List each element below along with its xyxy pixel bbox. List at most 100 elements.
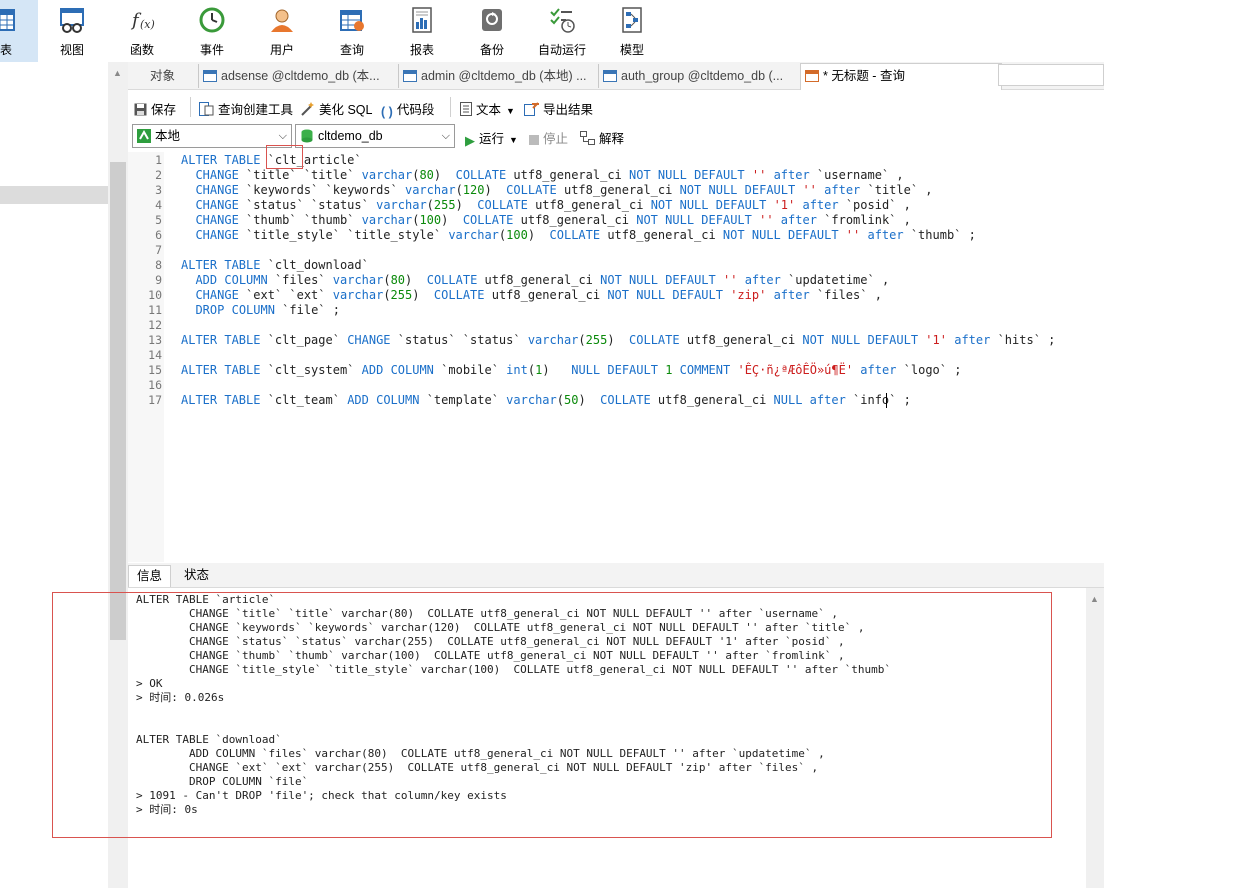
autorun-icon (550, 8, 575, 33)
tab-label: admin @cltdemo_db (本地) ... (421, 69, 587, 83)
svg-text:(x): (x) (140, 18, 155, 31)
tab-admin[interactable]: admin @cltdemo_db (本地) ... (398, 64, 599, 88)
tab-strip: 对象 adsense @cltdemo_db (本... admin @cltd… (128, 62, 1104, 90)
model-icon (622, 7, 642, 33)
tab-label: adsense @cltdemo_db (本... (221, 69, 380, 83)
beautify-sql-button[interactable]: 美化 SQL (300, 99, 373, 118)
table-icon (203, 70, 217, 82)
line-number: 17 (148, 393, 162, 407)
tab-objects[interactable]: 对象 (150, 64, 175, 88)
query-icon (340, 10, 364, 31)
selected-nav-item[interactable] (0, 186, 108, 204)
toolbar-autorun-button[interactable]: 自动运行 (527, 0, 597, 62)
toolbar-label: 用户 (269, 43, 294, 57)
line-number: 15 (148, 363, 162, 377)
line-number: 8 (155, 258, 162, 272)
toolbar-function-button[interactable]: f (x) 函数 (107, 0, 177, 62)
scroll-up-arrow-icon[interactable]: ▲ (113, 68, 122, 78)
toolbar-divider (450, 97, 451, 117)
code-snippet-icon: ( ) (381, 105, 393, 119)
chevron-down-icon[interactable]: ▼ (509, 135, 518, 145)
scroll-up-arrow-icon[interactable]: ▲ (1090, 594, 1099, 604)
code-line[interactable]: CHANGE `title` `title` varchar(80) COLLA… (181, 168, 903, 183)
code-line[interactable]: ALTER TABLE `clt_team` ADD COLUMN `templ… (181, 393, 911, 408)
line-number: 6 (155, 228, 162, 242)
code-line[interactable]: DROP COLUMN `file` ; (181, 303, 340, 318)
database-icon (301, 129, 313, 143)
code-line[interactable]: ALTER TABLE `clt_page` CHANGE `status` `… (181, 333, 1055, 348)
text-label: 文本 (476, 103, 502, 117)
toolbar-event-button[interactable]: 事件 (177, 0, 247, 62)
database-select[interactable]: cltdemo_db ⌵ (295, 124, 455, 148)
code-line[interactable]: CHANGE `keywords` `keywords` varchar(120… (181, 183, 932, 198)
connection-value: 本地 (155, 129, 181, 143)
result-tabs: 信息 状态 (128, 563, 1104, 588)
line-number: 3 (155, 183, 162, 197)
play-icon: ▶ (465, 133, 475, 148)
report-icon (412, 7, 432, 33)
code-line[interactable]: ALTER TABLE `clt_download` (181, 258, 369, 273)
line-number: 13 (148, 333, 162, 347)
code-line[interactable]: ADD COLUMN `files` varchar(80) COLLATE u… (181, 273, 889, 288)
line-number: 12 (148, 318, 162, 332)
save-label: 保存 (151, 103, 177, 117)
toolbar-user-button[interactable]: 用户 (247, 0, 317, 62)
query-builder-label: 查询创建工具 (218, 103, 294, 117)
line-number: 2 (155, 168, 162, 182)
toolbar-model-button[interactable]: 模型 (597, 0, 667, 62)
toolbar-label: 表 (0, 43, 13, 57)
chevron-down-icon[interactable]: ▼ (506, 106, 515, 116)
line-number: 7 (155, 243, 162, 257)
scrollbar-thumb[interactable] (110, 162, 126, 640)
query-icon (805, 70, 819, 82)
table-icon (0, 9, 15, 31)
stop-button[interactable]: 停止 (529, 128, 568, 147)
tab-search-input[interactable] (998, 64, 1104, 86)
toolbar-backup-button[interactable]: 备份 (457, 0, 527, 62)
line-number-gutter: 1 2 3 4 5 6 7 8 9 10 11 12 13 14 15 16 17 (128, 152, 164, 562)
export-icon (524, 102, 539, 116)
user-icon (271, 9, 293, 32)
query-toolbar: 保存 查询创建工具 美化 SQL ( ) 代码段 文本 ▼ 导出结果 (128, 91, 1104, 121)
code-snippet-label: 代码段 (396, 103, 435, 117)
table-icon (603, 70, 617, 82)
text-document-icon (460, 102, 472, 116)
event-clock-icon (199, 7, 225, 33)
text-button[interactable]: 文本 ▼ (460, 99, 515, 118)
code-snippet-button[interactable]: ( ) 代码段 (381, 99, 434, 119)
code-line[interactable]: CHANGE `title_style` `title_style` varch… (181, 228, 975, 243)
toolbar-view-button[interactable]: 视图 (37, 0, 107, 62)
tab-info[interactable]: 信息 (128, 565, 172, 587)
query-builder-button[interactable]: 查询创建工具 (199, 99, 293, 118)
text-cursor (886, 393, 887, 408)
line-number: 9 (155, 273, 162, 287)
tab-adsense[interactable]: adsense @cltdemo_db (本... (198, 64, 399, 88)
line-number: 5 (155, 213, 162, 227)
toolbar-table-button[interactable]: 表 (0, 0, 38, 62)
code-line[interactable]: ALTER TABLE `clt_system` ADD COLUMN `mob… (181, 363, 961, 378)
code-line[interactable]: CHANGE `thumb` `thumb` varchar(100) COLL… (181, 213, 910, 228)
code-line[interactable]: CHANGE `ext` `ext` varchar(255) COLLATE … (181, 288, 881, 303)
toolbar-query-button[interactable]: 查询 (317, 0, 387, 62)
code-line[interactable]: CHANGE `status` `status` varchar(255) CO… (181, 198, 910, 213)
sql-editor[interactable]: 1 2 3 4 5 6 7 8 9 10 11 12 13 14 15 16 17 ALTER TABLE `c… (128, 152, 1104, 562)
connection-icon (137, 129, 151, 143)
toolbar-label: 视图 (59, 43, 84, 57)
toolbar-label: 模型 (619, 43, 644, 57)
tab-untitled-query[interactable]: * 无标题 - 查询 (800, 63, 1002, 90)
tab-status[interactable]: 状态 (176, 565, 217, 586)
output-scrollbar[interactable]: ▲ (1086, 588, 1104, 888)
save-button[interactable]: 保存 (134, 99, 176, 118)
run-button[interactable]: ▶ 运行 ▼ (465, 128, 518, 149)
toolbar-report-button[interactable]: 报表 (387, 0, 457, 62)
output-annotation-box (52, 592, 1052, 838)
tab-auth-group[interactable]: auth_group @cltdemo_db (... (598, 64, 803, 88)
toolbar-label: 报表 (409, 43, 434, 57)
export-results-label: 导出结果 (543, 103, 594, 117)
toolbar-label: 查询 (339, 43, 364, 57)
chevron-down-icon: ⌵ (278, 130, 287, 142)
explain-button[interactable]: 解释 (580, 128, 624, 147)
tab-label: * 无标题 - 查询 (823, 69, 905, 83)
line-number: 4 (155, 198, 162, 212)
export-results-button[interactable]: 导出结果 (524, 99, 593, 118)
